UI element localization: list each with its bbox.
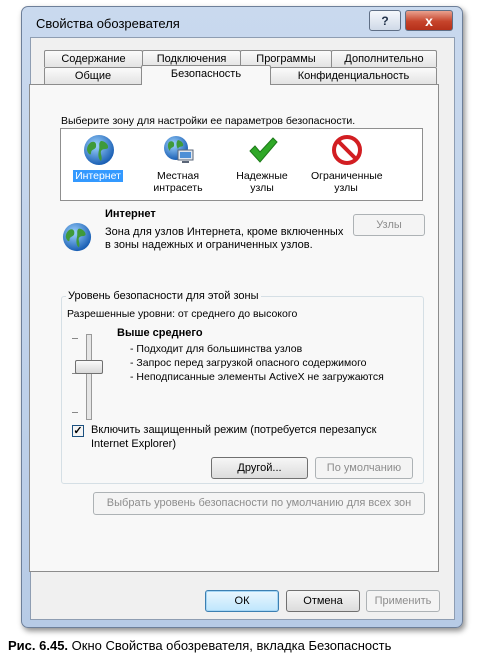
figure-caption-text: Окно Свойства обозревателя, вкладка Безо… [71, 638, 392, 653]
zone-restricted-label: Ограниченные узлы [311, 170, 383, 194]
figure-number: Рис. 6.45. [8, 638, 69, 653]
security-slider-track[interactable] [86, 334, 92, 420]
figure-caption: Рис. 6.45. Окно Свойства обозревателя, в… [8, 638, 391, 653]
close-icon: x [425, 12, 433, 29]
cancel-button[interactable]: Отмена [286, 590, 360, 612]
tab-general[interactable]: Общие [44, 67, 142, 84]
help-icon: ? [381, 13, 389, 28]
selected-zone-desc-line1: Зона для узлов Интернета, кроме включенн… [105, 226, 344, 238]
zone-internet-label: Интернет [73, 170, 123, 182]
selected-zone-title: Интернет [105, 208, 156, 220]
selected-zone-desc-line2: в зоны надежных и ограниченных узлов. [105, 239, 313, 251]
zone-prompt: Выберите зону для настройки ее параметро… [61, 115, 356, 127]
tab-security[interactable]: Безопасность [141, 65, 271, 85]
checkmark-icon [249, 137, 278, 163]
globe-icon [62, 222, 92, 252]
ok-button[interactable]: ОК [205, 590, 279, 612]
intranet-icon [164, 136, 194, 163]
custom-level-button[interactable]: Другой... [211, 457, 308, 479]
security-level-group-label: Уровень безопасности для этой зоны [66, 290, 261, 302]
zone-restricted[interactable]: Ограниченные узлы [311, 131, 383, 199]
protected-mode-checkbox[interactable]: ✓ [72, 425, 84, 437]
zone-intranet-label: Местная интрасеть [153, 170, 203, 194]
zone-trusted-label: Надежные узлы [236, 170, 288, 194]
protected-mode-label-line2: Internet Explorer) [91, 438, 176, 450]
title-bar[interactable]: Свойства обозревателя ? x [22, 7, 462, 35]
allowed-levels-text: Разрешенные уровни: от среднего до высок… [67, 308, 298, 320]
zone-internet[interactable]: Интернет [63, 131, 133, 199]
zone-intranet[interactable]: Местная интрасеть [143, 131, 213, 199]
zone-trusted[interactable]: Надежные узлы [227, 131, 297, 199]
close-button[interactable]: x [405, 10, 453, 31]
protected-mode-label-line1: Включить защищенный режим (потребуется п… [91, 424, 377, 436]
security-level-group [61, 296, 424, 484]
security-slider-thumb[interactable] [75, 360, 103, 374]
globe-icon [84, 135, 114, 165]
security-bullet: - Запрос перед загрузкой опасного содерж… [130, 357, 367, 369]
prohibited-icon [332, 135, 362, 165]
security-level-title: Выше среднего [117, 327, 203, 339]
default-level-button[interactable]: По умолчанию [315, 457, 413, 479]
window-title: Свойства обозревателя [36, 16, 180, 31]
tab-privacy[interactable]: Конфиденциальность [270, 67, 437, 84]
slider-tick [72, 338, 78, 339]
reset-all-zones-button[interactable]: Выбрать уровень безопасности по умолчани… [93, 492, 425, 515]
apply-button[interactable]: Применить [366, 590, 440, 612]
sites-button[interactable]: Узлы [353, 214, 425, 236]
tab-content[interactable]: Содержание [44, 50, 143, 67]
security-bullet: - Неподписанные элементы ActiveX не загр… [130, 371, 384, 383]
tab-advanced[interactable]: Дополнительно [331, 50, 437, 67]
help-button[interactable]: ? [369, 10, 401, 31]
zone-list: Интернет Местная интрасеть Надежные узлы… [60, 128, 423, 201]
slider-tick [72, 412, 78, 413]
security-bullet: - Подходит для большинства узлов [130, 343, 303, 355]
